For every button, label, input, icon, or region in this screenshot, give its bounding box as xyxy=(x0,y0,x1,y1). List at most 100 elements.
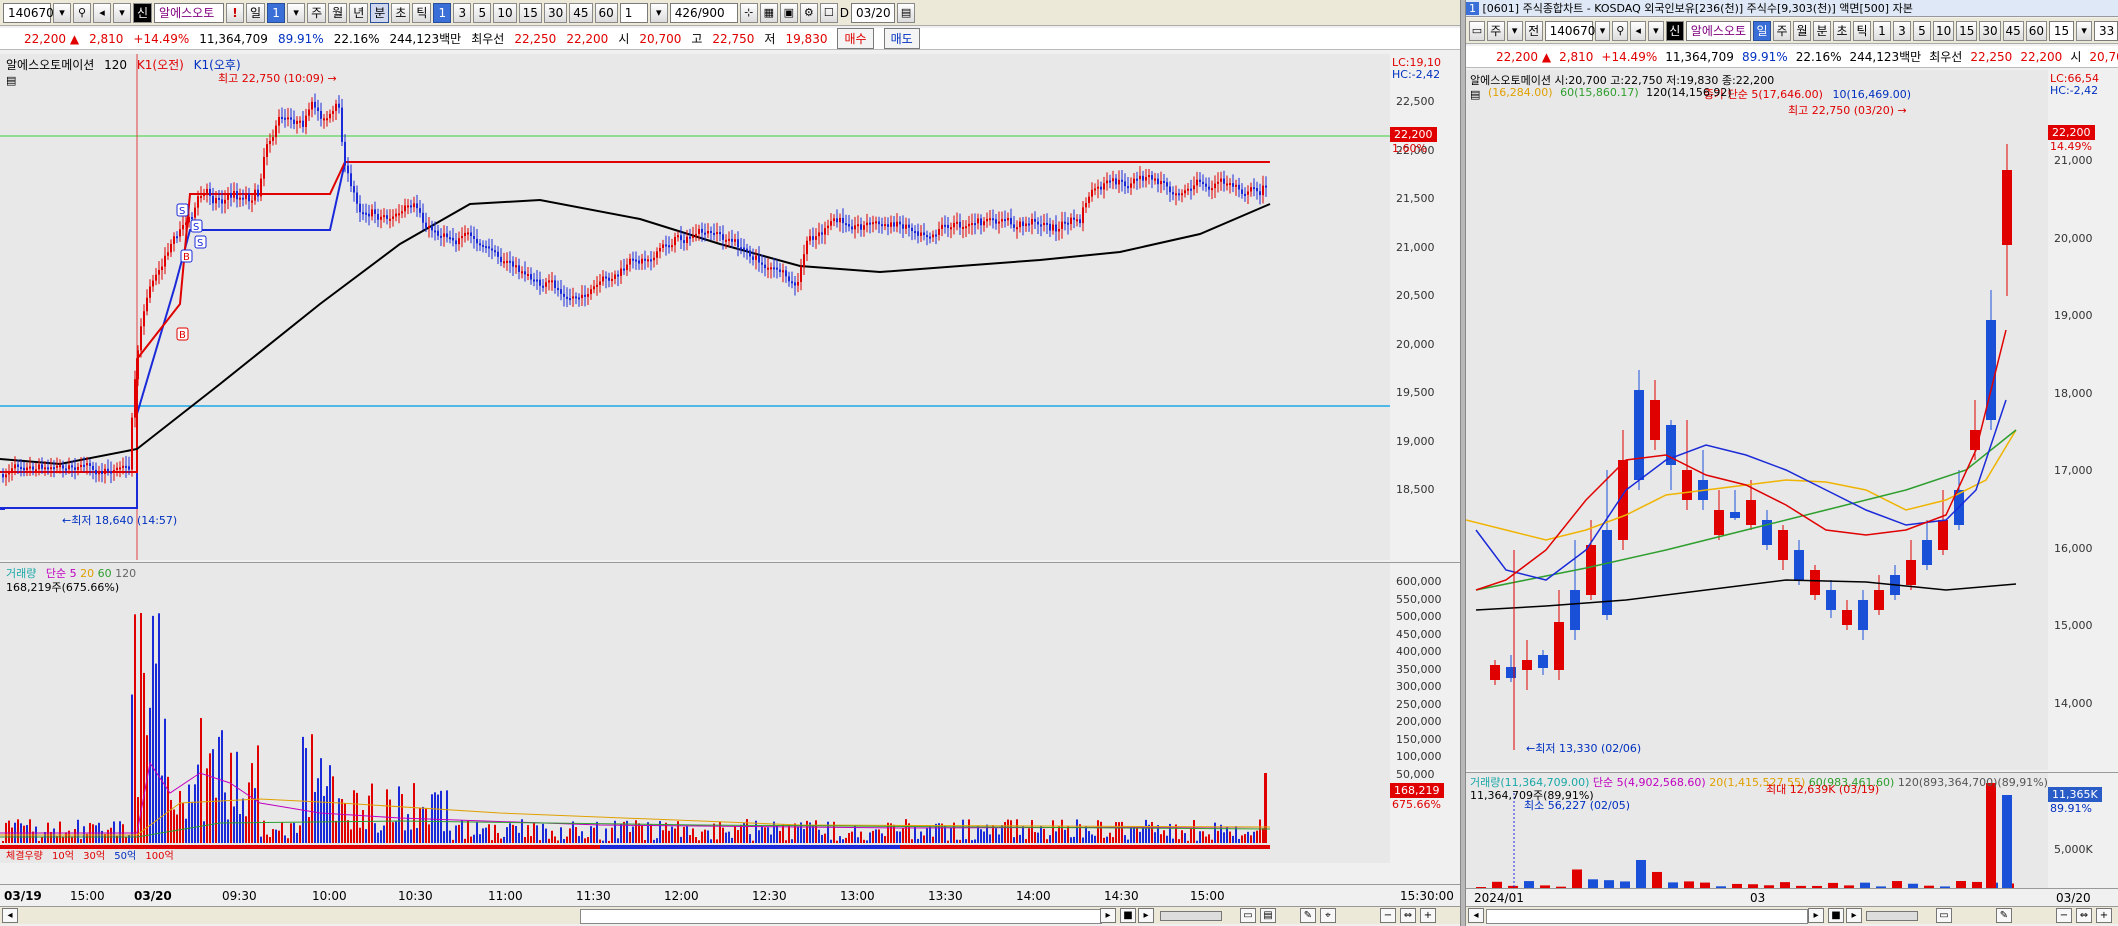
chevron-down-icon[interactable]: ▾ xyxy=(287,2,306,23)
period-week[interactable]: 주 xyxy=(307,2,327,23)
zoom-reset-button[interactable]: ⇔ xyxy=(1400,908,1416,923)
play-button[interactable]: ▸ xyxy=(1138,908,1154,923)
grid-icon[interactable]: ▦ xyxy=(759,2,778,23)
r-count-input[interactable]: 33 xyxy=(2094,20,2118,41)
unit-input[interactable]: 1 xyxy=(619,2,648,23)
r-scroll-left-button[interactable]: ◂ xyxy=(1468,908,1484,923)
r-interval-45[interactable]: 45 xyxy=(2002,20,2024,41)
chevron-down-icon[interactable]: ▾ xyxy=(1506,20,1523,41)
r-stop-button[interactable]: ■ xyxy=(1828,908,1844,923)
r-period-1[interactable]: 전 xyxy=(1524,20,1543,41)
r-interval-15[interactable]: 15 xyxy=(1956,20,1978,41)
r-second[interactable]: 초 xyxy=(1832,20,1851,41)
calendar-icon[interactable]: ▤ xyxy=(897,2,916,23)
table-icon[interactable]: ▤ xyxy=(1470,88,1480,101)
r-tick[interactable]: 틱 xyxy=(1852,20,1871,41)
left-chart-panel: 140670 ▾ ⚲ ◂ ▾ 신 알에스오토 ! 일 1 ▾ 주 월 년 분 초… xyxy=(0,0,1460,926)
r-interval-10[interactable]: 10 xyxy=(1932,20,1955,41)
r-day-button[interactable]: 일 xyxy=(1752,20,1771,41)
speaker-icon[interactable]: ◂ xyxy=(93,2,111,23)
settings-icon[interactable]: ⚙ xyxy=(799,2,818,23)
period-num-button[interactable]: 1 xyxy=(267,2,286,23)
candle-body xyxy=(1103,183,1105,190)
stock-name-field[interactable]: 알에스오토 xyxy=(154,2,225,23)
r-tool-icon-2[interactable]: ✎ xyxy=(1996,908,2012,923)
save-icon[interactable]: ▣ xyxy=(779,2,798,23)
candle-body xyxy=(947,224,949,228)
speaker-icon[interactable]: ◂ xyxy=(1630,20,1646,41)
r-play-button[interactable]: ▸ xyxy=(1846,908,1862,923)
chevron-down-icon[interactable]: ▾ xyxy=(649,2,668,23)
tool-icon-4[interactable]: ⌖ xyxy=(1320,908,1336,923)
r-scroll-right-button[interactable]: ▸ xyxy=(1808,908,1824,923)
stock-code-input[interactable]: 140670 xyxy=(3,2,54,23)
chevron-down-icon[interactable]: ▾ xyxy=(1594,20,1611,41)
left-volume-chart[interactable]: 거래량 단순 5 20 60 120 168,219주(675.66%) 체결우… xyxy=(0,562,1390,863)
r-zoom-out-button[interactable]: − xyxy=(2056,908,2072,923)
r-tool-icon-1[interactable]: ▭ xyxy=(1936,908,1952,923)
right-price-chart[interactable]: 알에스오토메이션 시:20,700 고:22,750 저:19,830 종:22… xyxy=(1466,70,2048,770)
scroll-thumb[interactable] xyxy=(580,909,1102,924)
stop-button[interactable]: ■ xyxy=(1120,908,1136,923)
r-interval-60[interactable]: 60 xyxy=(2025,20,2047,41)
interval-10[interactable]: 10 xyxy=(493,2,517,23)
crosshair-icon[interactable]: ⊹ xyxy=(739,2,758,23)
r-interval-5[interactable]: 5 xyxy=(1912,20,1931,41)
right-scrollbar[interactable]: ◂ ▸ ■ ▸ ▭ ✎ − ⇔ + xyxy=(1466,906,2118,924)
count-field[interactable]: 426/900 xyxy=(669,2,738,23)
r-unit-input[interactable]: 15 xyxy=(2048,20,2075,41)
r-scroll-thumb[interactable] xyxy=(1486,909,1808,924)
tool-icon-3[interactable]: ✎ xyxy=(1300,908,1316,923)
interval-30[interactable]: 30 xyxy=(543,2,568,23)
interval-3[interactable]: 3 xyxy=(453,2,472,23)
r-minute[interactable]: 분 xyxy=(1812,20,1831,41)
period-day-button[interactable]: 일 xyxy=(246,2,266,23)
window-icon[interactable]: ▭ xyxy=(1469,20,1485,41)
r-interval-3[interactable]: 3 xyxy=(1892,20,1911,41)
r-zoom-slider[interactable] xyxy=(1866,911,1918,921)
search-icon[interactable]: ⚲ xyxy=(1612,20,1629,41)
sell-button[interactable]: 매도 xyxy=(883,28,920,49)
tool-icon-2[interactable]: ▤ xyxy=(1260,908,1276,923)
candle-body xyxy=(422,212,424,223)
table-icon[interactable]: ▤ xyxy=(6,74,16,87)
checkbox-icon[interactable]: ☐ xyxy=(819,2,838,23)
interval-15[interactable]: 15 xyxy=(518,2,542,23)
r-zoom-reset-button[interactable]: ⇔ xyxy=(2076,908,2092,923)
period-tick[interactable]: 틱 xyxy=(412,2,432,23)
zoom-in-button[interactable]: + xyxy=(1420,908,1436,923)
buy-button[interactable]: 매수 xyxy=(837,28,874,49)
scroll-left-button[interactable]: ◂ xyxy=(2,908,18,923)
left-scrollbar[interactable]: ◂ ▸ ■ ▸ ▭ ▤ ✎ ⌖ − ⇔ + xyxy=(0,906,1460,924)
r-interval-1[interactable]: 1 xyxy=(1872,20,1891,41)
zoom-out-button[interactable]: − xyxy=(1380,908,1396,923)
interval-1[interactable]: 1 xyxy=(433,2,452,23)
chevron-down-icon[interactable]: ▾ xyxy=(1647,20,1664,41)
period-year[interactable]: 년 xyxy=(349,2,369,23)
r-period-0[interactable]: 주 xyxy=(1486,20,1505,41)
r-week[interactable]: 주 xyxy=(1772,20,1791,41)
r-stock-code-input[interactable]: 140670 xyxy=(1544,20,1595,41)
scroll-right-button[interactable]: ▸ xyxy=(1100,908,1116,923)
right-volume-chart[interactable]: 거래량(11,364,709.00) 단순 5(4,902,568.60) 20… xyxy=(1466,772,2048,889)
zoom-slider[interactable] xyxy=(1160,911,1222,921)
date-input[interactable]: 03/20 xyxy=(851,2,896,23)
search-icon[interactable]: ⚲ xyxy=(73,2,91,23)
chevron-down-icon[interactable]: ▾ xyxy=(113,2,131,23)
dropdown-icon[interactable]: ▾ xyxy=(53,2,71,23)
alert-button[interactable]: ! xyxy=(226,2,245,23)
left-price-chart[interactable]: SSSBB 알에스오토메이션 120 K1(오전) K1(오후) ▤ 최고 22… xyxy=(0,54,1390,560)
r-zoom-in-button[interactable]: + xyxy=(2096,908,2112,923)
period-second[interactable]: 초 xyxy=(391,2,411,23)
k1-pm-line xyxy=(0,161,1270,509)
period-month[interactable]: 월 xyxy=(328,2,348,23)
interval-45[interactable]: 45 xyxy=(569,2,593,23)
r-stock-name-field[interactable]: 알에스오토 xyxy=(1685,20,1751,41)
r-interval-30[interactable]: 30 xyxy=(1979,20,2001,41)
tool-icon-1[interactable]: ▭ xyxy=(1240,908,1256,923)
r-month[interactable]: 월 xyxy=(1792,20,1811,41)
chevron-down-icon[interactable]: ▾ xyxy=(2076,20,2092,41)
interval-5[interactable]: 5 xyxy=(473,2,492,23)
period-minute[interactable]: 분 xyxy=(370,2,390,23)
interval-60[interactable]: 60 xyxy=(594,2,618,23)
